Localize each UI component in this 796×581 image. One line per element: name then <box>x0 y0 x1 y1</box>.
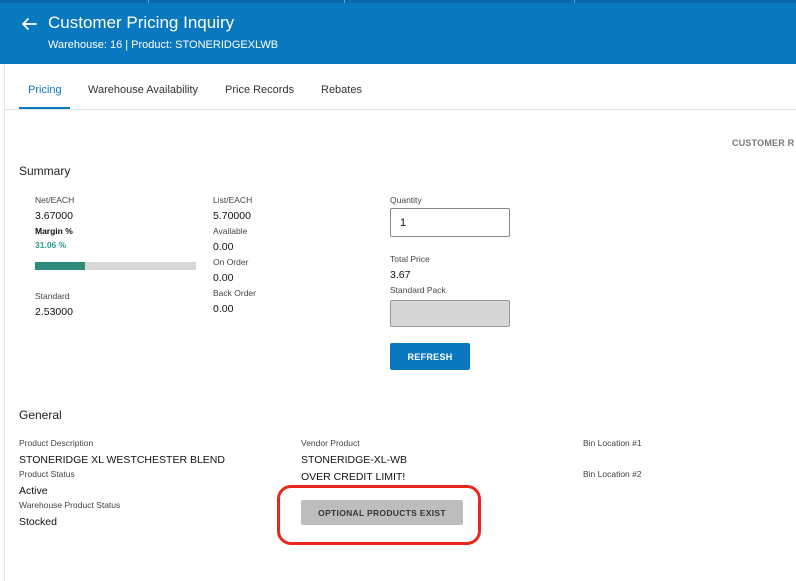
margin-progress-fill <box>35 262 85 270</box>
product-status-label: Product Status <box>19 469 75 479</box>
list-each-label: List/EACH <box>213 195 253 205</box>
total-price-value: 3.67 <box>390 269 411 281</box>
margin-value: 31.06 % <box>35 240 67 250</box>
header-strip-divider <box>344 0 345 3</box>
on-order-value: 0.00 <box>213 272 234 284</box>
page-subtitle: Warehouse: 16 | Product: STONERIDGEXLWB <box>48 39 279 51</box>
header-strip-divider <box>148 0 149 3</box>
tab-warehouse-availability[interactable]: Warehouse Availability <box>88 84 198 96</box>
tabs-divider <box>4 109 796 110</box>
tab-price-records[interactable]: Price Records <box>225 84 294 96</box>
available-label: Available <box>213 226 248 236</box>
quantity-label: Quantity <box>390 195 422 205</box>
app-header: Customer Pricing Inquiry Warehouse: 16 |… <box>0 0 796 64</box>
bin-location-1-label: Bin Location #1 <box>583 438 642 448</box>
product-description-label: Product Description <box>19 438 94 448</box>
standard-pack-field <box>390 300 510 327</box>
header-strip-divider <box>574 0 575 3</box>
tab-pricing[interactable]: Pricing <box>28 84 62 96</box>
customer-ref-label: CUSTOMER R <box>732 138 795 148</box>
net-each-value: 3.67000 <box>35 210 73 222</box>
available-value: 0.00 <box>213 241 234 253</box>
page-title: Customer Pricing Inquiry <box>48 13 235 32</box>
summary-title: Summary <box>19 164 71 178</box>
optional-products-button[interactable]: OPTIONAL PRODUCTS EXIST <box>301 500 463 525</box>
back-order-label: Back Order <box>213 288 256 298</box>
product-status-value: Active <box>19 485 48 497</box>
warehouse-product-status-label: Warehouse Product Status <box>19 500 121 510</box>
on-order-label: On Order <box>213 257 249 267</box>
margin-label: Margin % <box>35 226 73 236</box>
product-description-value: STONERIDGE XL WESTCHESTER BLEND <box>19 454 225 466</box>
standard-value: 2.53000 <box>35 306 73 318</box>
vendor-product-value: STONERIDGE-XL-WB <box>301 454 407 466</box>
net-each-label: Net/EACH <box>35 195 75 205</box>
bin-location-2-label: Bin Location #2 <box>583 469 642 479</box>
credit-limit-warning: OVER CREDIT LIMIT! <box>301 471 406 483</box>
warehouse-product-status-value: Stocked <box>19 516 57 528</box>
header-top-strip <box>0 0 796 3</box>
refresh-button[interactable]: REFRESH <box>390 343 470 370</box>
vendor-product-label: Vendor Product <box>301 438 360 448</box>
general-title: General <box>19 408 62 422</box>
list-each-value: 5.70000 <box>213 210 251 222</box>
margin-progress-bar <box>35 262 196 270</box>
total-price-label: Total Price <box>390 254 430 264</box>
back-order-value: 0.00 <box>213 303 234 315</box>
standard-label: Standard <box>35 291 70 301</box>
quantity-input[interactable] <box>390 208 510 237</box>
back-arrow-icon[interactable] <box>20 15 38 33</box>
standard-pack-label: Standard Pack <box>390 285 446 295</box>
tab-rebates[interactable]: Rebates <box>321 84 362 96</box>
